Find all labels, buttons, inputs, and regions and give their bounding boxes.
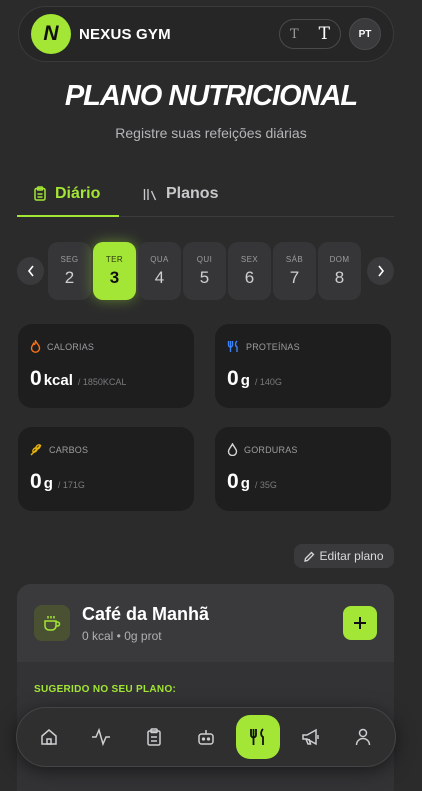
utensils-icon bbox=[227, 340, 238, 352]
day-name: TER bbox=[105, 254, 124, 264]
tab-diario[interactable]: Diário bbox=[17, 172, 119, 217]
meal-meta: 0 kcal • 0g prot bbox=[82, 628, 162, 643]
calories-label: CALORIAS bbox=[47, 341, 95, 352]
meal-title: Café da Manhã bbox=[82, 603, 210, 624]
library-icon bbox=[143, 188, 157, 200]
tab-planos-label: Planos bbox=[166, 185, 219, 202]
day-number: 7 bbox=[289, 267, 300, 287]
nav-announcements[interactable] bbox=[289, 715, 333, 759]
protein-value: 0 bbox=[227, 367, 239, 390]
calories-unit: kcal bbox=[43, 372, 73, 389]
fat-value: 0 bbox=[227, 470, 239, 493]
fat-card: GORDURAS 0 g / 35G bbox=[215, 427, 391, 511]
chevron-left-icon bbox=[27, 265, 34, 277]
pencil-icon bbox=[304, 551, 315, 562]
day-name: SÁB bbox=[285, 254, 304, 264]
protein-label: PROTEÍNAS bbox=[246, 341, 300, 352]
protein-card: PROTEÍNAS 0 g / 140G bbox=[215, 324, 391, 408]
meal-header[interactable]: Café da Manhã 0 kcal • 0g prot bbox=[17, 584, 394, 662]
day-name: SEX bbox=[240, 254, 259, 264]
font-small-button[interactable]: T bbox=[290, 27, 299, 42]
day-name: QUA bbox=[150, 254, 169, 264]
tab-planos[interactable]: Planos bbox=[143, 172, 218, 216]
add-food-button[interactable] bbox=[343, 606, 377, 640]
tab-bar: Diário Planos bbox=[17, 172, 394, 217]
language-button[interactable]: PT bbox=[349, 18, 381, 50]
chevron-right-icon bbox=[377, 265, 384, 277]
font-large-button[interactable]: T bbox=[319, 24, 330, 44]
page-subtitle: Registre suas refeições diárias bbox=[115, 125, 307, 141]
fat-label: GORDURAS bbox=[244, 444, 298, 455]
day-number: 5 bbox=[199, 267, 210, 287]
megaphone-icon bbox=[301, 728, 319, 746]
edit-plan-button[interactable]: Editar plano bbox=[294, 544, 394, 568]
tab-diario-label: Diário bbox=[55, 184, 101, 202]
day-name: DOM bbox=[329, 254, 350, 264]
flame-icon bbox=[30, 340, 41, 353]
day-ter[interactable]: TER 3 bbox=[93, 242, 136, 300]
nav-nutrition[interactable] bbox=[236, 715, 281, 759]
protein-goal: / 140G bbox=[254, 377, 282, 387]
coffee-icon bbox=[34, 605, 70, 641]
bottom-nav bbox=[16, 707, 396, 767]
next-week-button[interactable] bbox=[367, 257, 394, 285]
day-qui[interactable]: QUI 5 bbox=[183, 242, 226, 300]
calories-card: CALORIAS 0 kcal / 1850KCAL bbox=[18, 324, 194, 408]
day-number: 4 bbox=[154, 267, 165, 287]
day-dom[interactable]: DOM 8 bbox=[318, 242, 361, 300]
clipboard-icon bbox=[146, 728, 161, 746]
calories-value: 0 bbox=[30, 367, 42, 390]
carbs-goal: / 171G bbox=[57, 480, 85, 490]
activity-icon bbox=[92, 728, 111, 746]
protein-unit: g bbox=[240, 372, 250, 389]
font-size-toggle[interactable]: T T bbox=[279, 19, 341, 49]
day-number: 6 bbox=[244, 267, 255, 287]
robot-icon bbox=[198, 730, 214, 745]
day-seg[interactable]: SEG 2 bbox=[48, 242, 91, 300]
prev-week-button[interactable] bbox=[17, 257, 44, 285]
day-sab[interactable]: SÁB 7 bbox=[273, 242, 316, 300]
edit-plan-label: Editar plano bbox=[319, 549, 384, 563]
brand-name: NEXUS GYM bbox=[79, 25, 171, 43]
page-title: PLANO NUTRICIONAL bbox=[64, 80, 358, 112]
carbs-card: CARBOS 0 g / 171G bbox=[18, 427, 194, 511]
day-selector: SEG 2 TER 3 QUA 4 QUI 5 SEX 6 SÁB 7 DOM 8 bbox=[17, 241, 394, 301]
day-qua[interactable]: QUA 4 bbox=[138, 242, 181, 300]
utensils-icon bbox=[250, 728, 265, 745]
day-number: 8 bbox=[334, 267, 345, 287]
clipboard-icon bbox=[34, 186, 46, 201]
nav-home[interactable] bbox=[27, 715, 71, 759]
nav-assistant[interactable] bbox=[184, 715, 228, 759]
home-icon bbox=[41, 729, 57, 745]
nav-profile[interactable] bbox=[341, 715, 385, 759]
top-bar: N NEXUS GYM T T PT bbox=[18, 6, 394, 62]
carbs-label: CARBOS bbox=[49, 444, 89, 455]
logo[interactable]: N bbox=[31, 14, 71, 54]
day-name: QUI bbox=[196, 254, 213, 264]
calories-goal: / 1850KCAL bbox=[77, 377, 127, 387]
day-sex[interactable]: SEX 6 bbox=[228, 242, 271, 300]
droplet-icon bbox=[227, 443, 238, 456]
fat-unit: g bbox=[240, 475, 250, 492]
wheat-icon bbox=[30, 444, 42, 456]
carbs-value: 0 bbox=[30, 470, 42, 493]
day-number: 2 bbox=[64, 267, 75, 287]
user-icon bbox=[355, 728, 371, 746]
fat-goal: / 35G bbox=[254, 480, 277, 490]
nav-activity[interactable] bbox=[79, 715, 123, 759]
carbs-unit: g bbox=[43, 475, 53, 492]
day-number: 3 bbox=[109, 267, 120, 287]
plus-icon bbox=[354, 617, 366, 629]
nav-diary[interactable] bbox=[132, 715, 176, 759]
day-name: SEG bbox=[60, 254, 79, 264]
